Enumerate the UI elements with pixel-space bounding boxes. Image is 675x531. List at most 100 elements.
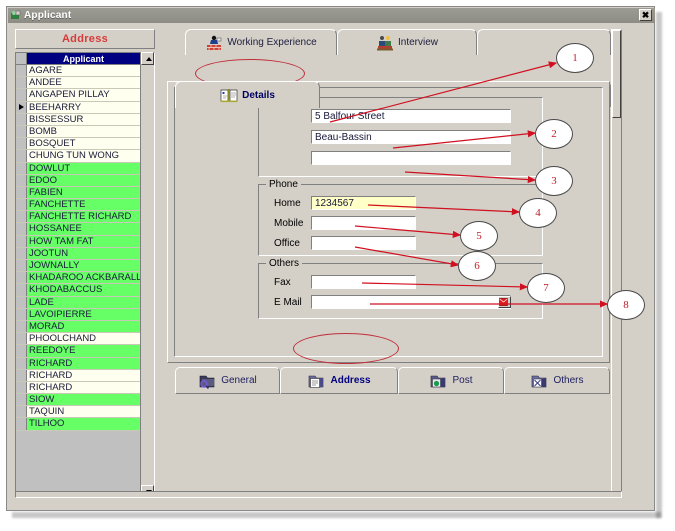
row-indicator[interactable]	[16, 163, 27, 174]
applicant-name-cell[interactable]: PHOOLCHAND	[27, 333, 140, 344]
row-indicator[interactable]	[16, 345, 27, 356]
table-row[interactable]: BEEHARRY	[16, 102, 140, 114]
table-row[interactable]: LADE	[16, 297, 140, 309]
fax-input[interactable]	[311, 275, 416, 289]
row-indicator[interactable]	[16, 102, 27, 113]
table-row[interactable]: EDOO	[16, 175, 140, 187]
applicant-name-cell[interactable]: BEEHARRY	[27, 102, 140, 113]
tab-interview[interactable]: Interview	[337, 29, 477, 55]
table-row[interactable]: HOSSANEE	[16, 223, 140, 235]
row-indicator[interactable]	[16, 187, 27, 198]
table-row[interactable]: LAVOIPIERRE	[16, 309, 140, 321]
applicant-name-cell[interactable]: FANCHETTE RICHARD	[27, 211, 140, 222]
row-indicator[interactable]	[16, 333, 27, 344]
office-phone-input[interactable]	[311, 236, 416, 250]
applicant-name-cell[interactable]: RICHARD	[27, 370, 140, 381]
main-vertical-scrollbar[interactable]	[611, 29, 622, 498]
scroll-up-arrow[interactable]	[141, 52, 154, 65]
applicant-name-cell[interactable]: LAVOIPIERRE	[27, 309, 140, 320]
row-indicator[interactable]	[16, 284, 27, 295]
row-indicator[interactable]	[16, 223, 27, 234]
address-line-2-input[interactable]: Beau-Bassin	[311, 130, 511, 144]
applicant-name-cell[interactable]: ANDEE	[27, 77, 140, 88]
home-phone-input[interactable]: 1234567	[311, 196, 416, 210]
table-row[interactable]: KHODABACCUS	[16, 284, 140, 296]
row-indicator[interactable]	[16, 138, 27, 149]
tab-details[interactable]: Details	[175, 81, 320, 108]
row-indicator[interactable]	[16, 260, 27, 271]
send-mail-button[interactable]	[498, 296, 511, 308]
table-row[interactable]: ANGAPEN PILLAY	[16, 89, 140, 101]
column-header-applicant[interactable]: Applicant	[27, 53, 140, 65]
table-row[interactable]: RICHARD	[16, 370, 140, 382]
table-row[interactable]: DOWLUT	[16, 163, 140, 175]
row-indicator[interactable]	[16, 394, 27, 405]
applicant-name-cell[interactable]: TAQUIN	[27, 406, 140, 417]
applicant-name-cell[interactable]: FANCHETTE	[27, 199, 140, 210]
grid-vertical-scrollbar[interactable]	[140, 53, 154, 497]
row-indicator[interactable]	[16, 77, 27, 88]
address-line-3-input[interactable]	[311, 151, 511, 165]
applicant-name-cell[interactable]: TILHOO	[27, 418, 140, 429]
applicant-name-cell[interactable]: RICHARD	[27, 358, 140, 369]
applicant-name-cell[interactable]: BOMB	[27, 126, 140, 137]
applicant-name-cell[interactable]: MORAD	[27, 321, 140, 332]
table-row[interactable]: HOW TAM FAT	[16, 236, 140, 248]
close-button[interactable]: ✖	[639, 9, 652, 21]
applicant-name-cell[interactable]: SIOW	[27, 394, 140, 405]
table-row[interactable]: FANCHETTE RICHARD	[16, 211, 140, 223]
bottom-tab-post[interactable]: Post	[398, 367, 504, 394]
row-indicator[interactable]	[16, 309, 27, 320]
applicant-name-cell[interactable]: BOSQUET	[27, 138, 140, 149]
table-row[interactable]: BOSQUET	[16, 138, 140, 150]
applicant-name-cell[interactable]: FABIEN	[27, 187, 140, 198]
table-row[interactable]: JOWNALLY	[16, 260, 140, 272]
applicant-name-cell[interactable]: DOWLUT	[27, 163, 140, 174]
applicant-name-cell[interactable]: KHODABACCUS	[27, 284, 140, 295]
applicant-name-cell[interactable]: HOW TAM FAT	[27, 236, 140, 247]
table-row[interactable]: PHOOLCHAND	[16, 333, 140, 345]
table-row[interactable]: TILHOO	[16, 418, 140, 430]
row-indicator[interactable]	[16, 175, 27, 186]
row-indicator[interactable]	[16, 418, 27, 429]
table-row[interactable]: TAQUIN	[16, 406, 140, 418]
row-indicator[interactable]	[16, 199, 27, 210]
row-indicator[interactable]	[16, 321, 27, 332]
table-row[interactable]: AGARE	[16, 65, 140, 77]
applicant-name-cell[interactable]: RICHARD	[27, 382, 140, 393]
table-row[interactable]: ANDEE	[16, 77, 140, 89]
table-row[interactable]: FABIEN	[16, 187, 140, 199]
row-indicator[interactable]	[16, 65, 27, 76]
applicant-name-cell[interactable]: ANGAPEN PILLAY	[27, 89, 140, 100]
applicant-name-cell[interactable]: KHADAROO ACKBARALLY	[27, 272, 140, 283]
table-row[interactable]: MORAD	[16, 321, 140, 333]
main-scrollbar-thumb[interactable]	[612, 30, 621, 118]
applicant-name-cell[interactable]: AGARE	[27, 65, 140, 76]
row-indicator[interactable]	[16, 150, 27, 161]
email-input[interactable]	[311, 295, 511, 309]
table-row[interactable]: RICHARD	[16, 382, 140, 394]
row-indicator[interactable]	[16, 248, 27, 259]
table-row[interactable]: FANCHETTE	[16, 199, 140, 211]
row-indicator[interactable]	[16, 358, 27, 369]
table-row[interactable]: BOMB	[16, 126, 140, 138]
applicant-name-cell[interactable]: HOSSANEE	[27, 223, 140, 234]
applicant-name-cell[interactable]: BISSESSUR	[27, 114, 140, 125]
tab-working-experience[interactable]: Working Experience	[185, 29, 337, 55]
applicant-name-cell[interactable]: JOOTUN	[27, 248, 140, 259]
row-indicator[interactable]	[16, 89, 27, 100]
applicant-name-cell[interactable]: LADE	[27, 297, 140, 308]
table-row[interactable]: RICHARD	[16, 358, 140, 370]
row-indicator[interactable]	[16, 211, 27, 222]
table-row[interactable]: CHUNG TUN WONG	[16, 150, 140, 162]
row-indicator[interactable]	[16, 126, 27, 137]
table-row[interactable]: JOOTUN	[16, 248, 140, 260]
bottom-tab-others[interactable]: Others	[504, 367, 610, 394]
address-line-1-input[interactable]: 5 Balfour Street	[311, 109, 511, 123]
table-row[interactable]: REEDOYE	[16, 345, 140, 357]
tab-row1-filler[interactable]	[477, 29, 611, 55]
bottom-tab-general[interactable]: General	[175, 367, 280, 394]
row-indicator[interactable]	[16, 382, 27, 393]
applicant-name-cell[interactable]: REEDOYE	[27, 345, 140, 356]
row-indicator[interactable]	[16, 236, 27, 247]
